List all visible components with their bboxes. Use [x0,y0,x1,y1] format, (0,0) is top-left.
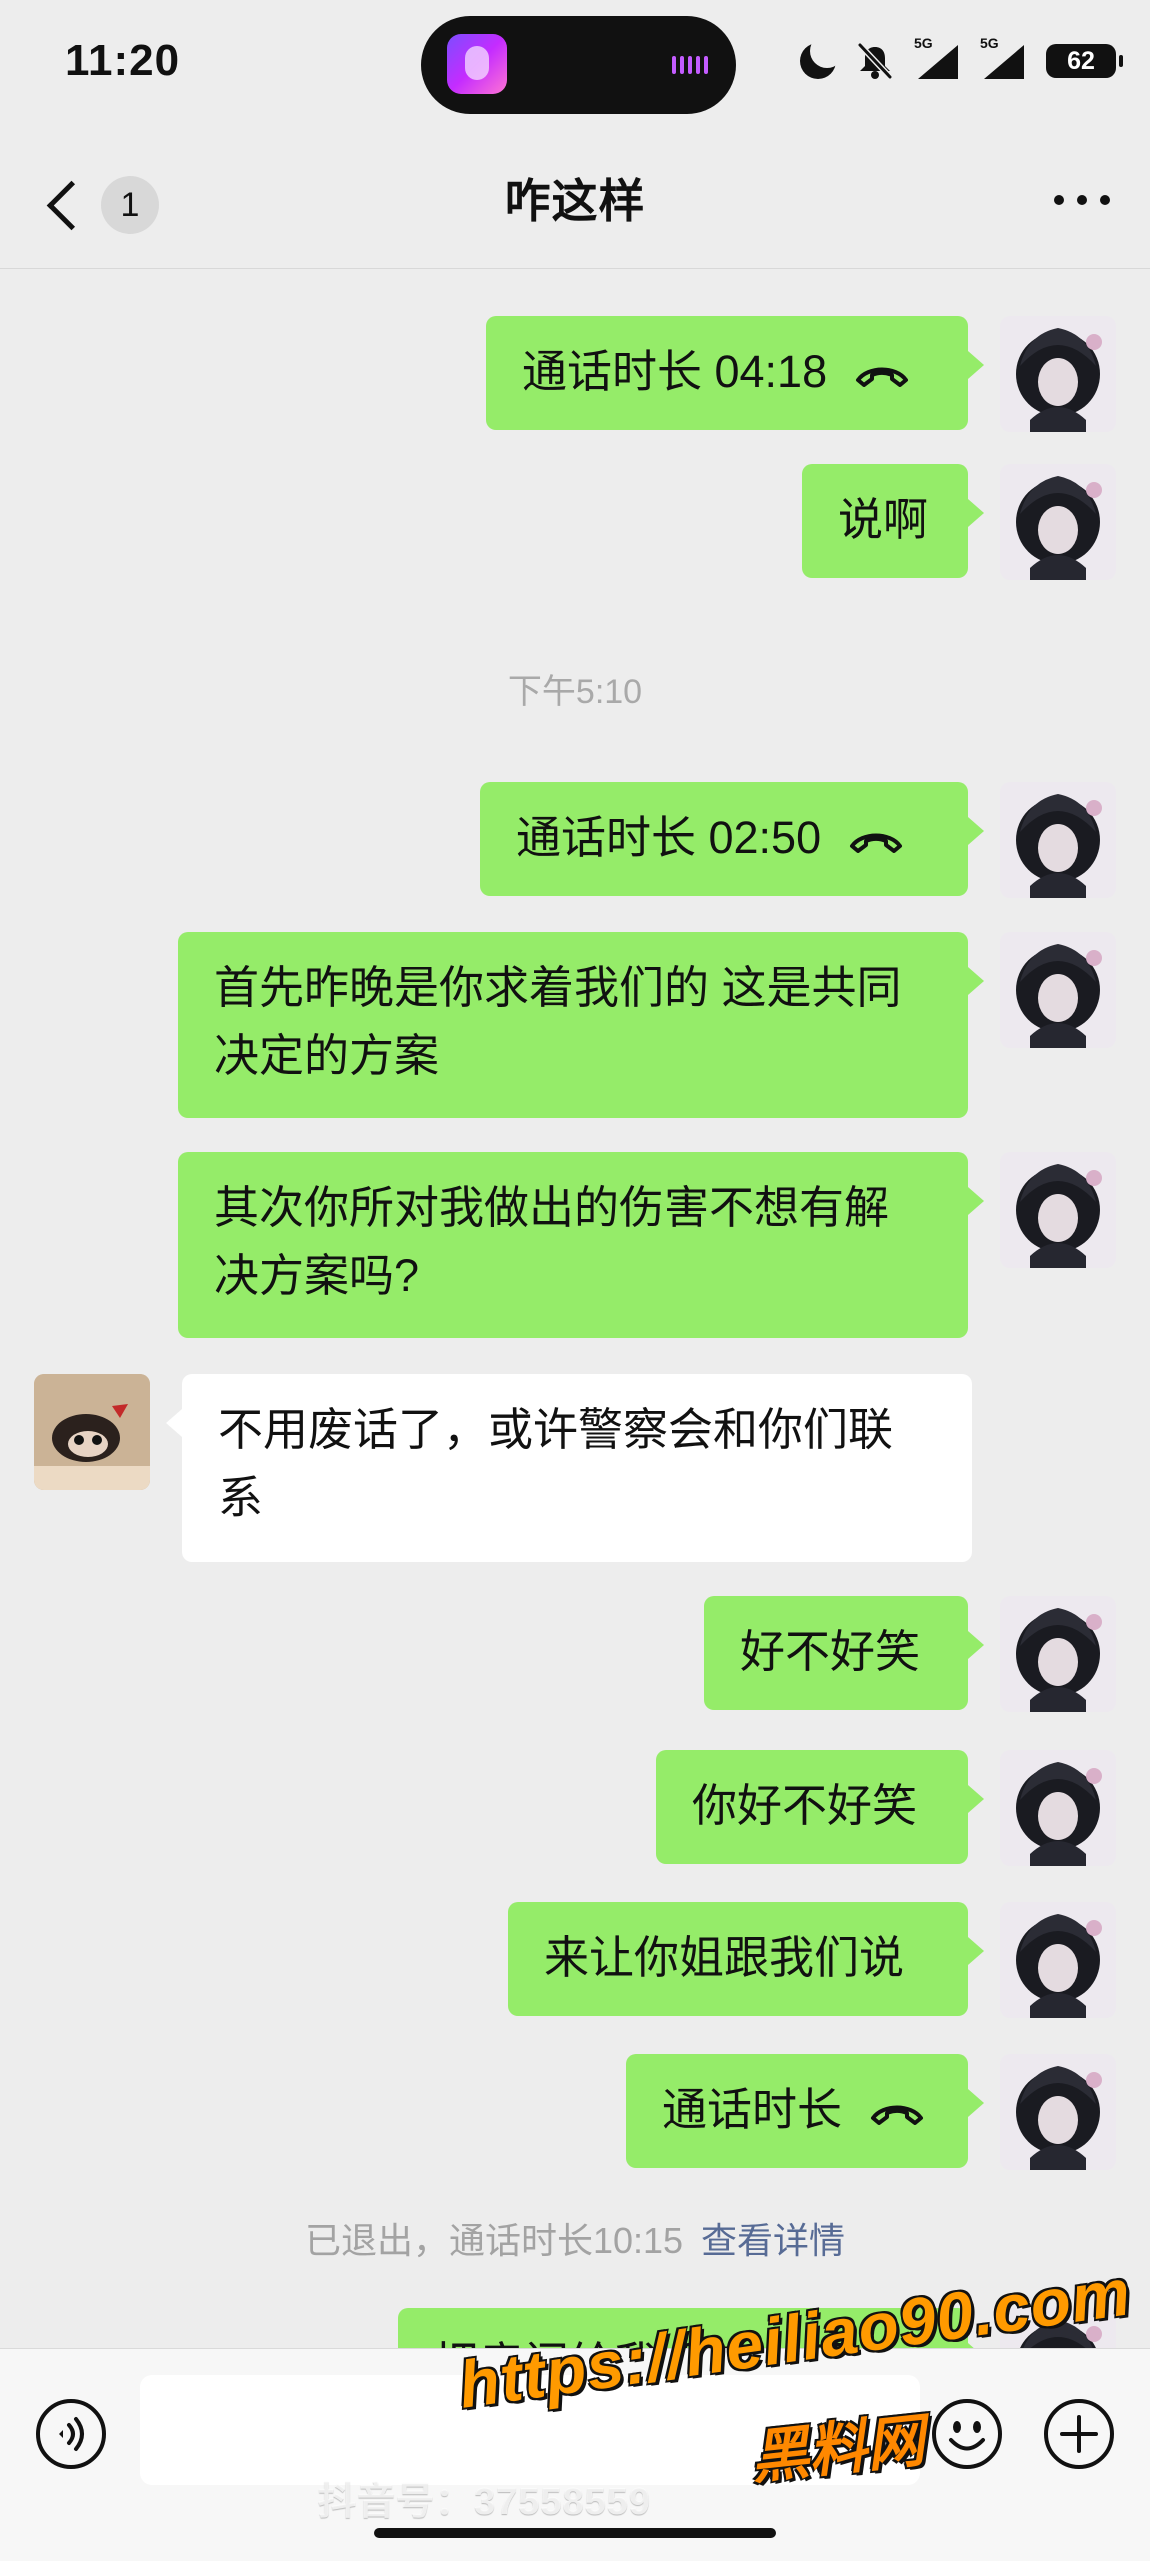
message-bubble[interactable]: 说啊 [802,464,984,578]
message-list[interactable]: 通话时长 04:18 说啊 下午5:10 通话时长 02:50 首先昨晚是你求着… [0,268,1150,2348]
more-dot-icon [1100,195,1110,205]
phone-hangup-icon [855,367,908,387]
network-label: 5G [914,35,933,51]
my-avatar[interactable] [1000,2054,1116,2170]
message-row: 来让你姐跟我们说 [0,1902,1150,2020]
network-label: 5G [980,35,999,51]
signal-icon: 5G [914,35,962,83]
view-details-link[interactable]: 查看详情 [701,2220,845,2261]
my-avatar[interactable] [1000,1152,1116,1268]
system-notice-text: 已退出，通话时长10:15 [304,2220,684,2261]
message-bubble[interactable]: 首先昨晚是你求着我们的 这是共同决定的方案 [178,932,984,1118]
system-status-icons: 5G 5G 62 [800,34,1123,88]
chat-header: 1 咋这样 [0,130,1150,269]
message-row: 通话时长 04:18 [0,316,1150,434]
call-message-bubble[interactable]: 通话时长 [626,2054,984,2168]
voice-icon [36,2399,106,2469]
timestamp: 下午5:10 [507,673,643,711]
my-avatar[interactable] [1000,932,1116,1048]
signal-icon: 5G [980,35,1028,83]
douyin-watermark: 抖音号：37558559 [318,2481,652,2523]
home-indicator[interactable] [374,2528,776,2538]
message-text: 通话时长 [662,2084,843,2135]
more-dot-icon [1054,195,1064,205]
message-text: 首先昨晚是你求着我们的 这是共同决定的方案 [214,962,902,1081]
message-text: 来让你姐跟我们说 [544,1932,905,1983]
more-button[interactable] [1054,192,1110,208]
call-message-bubble[interactable]: 通话时长 02:50 [480,782,984,896]
more-dot-icon [1077,195,1087,205]
audio-wave-icon [672,56,708,74]
my-avatar[interactable] [1000,1750,1116,1866]
my-avatar[interactable] [1000,316,1116,432]
call-ended-notice: 已退出，通话时长10:15 查看详情 [0,2212,1150,2264]
add-attachment-button[interactable] [1042,2397,1116,2471]
emoji-button[interactable] [930,2397,1004,2471]
phone-hangup-icon [870,2105,923,2125]
my-avatar[interactable] [1000,1596,1116,1712]
mute-icon [854,40,896,82]
call-message-bubble[interactable]: 通话时长 04:18 [486,316,984,430]
message-text: 其次你所对我做出的伤害不想有解决方案吗? [214,1182,890,1301]
message-row: 好不好笑 [0,1596,1150,1714]
message-bubble[interactable]: 不用废话了，或许警察会和你们联系 [166,1374,972,1562]
status-time: 11:20 [65,36,181,85]
message-text: 通话时长 02:50 [516,812,822,863]
message-row: 通话时长 [0,2054,1150,2172]
status-bar: 11:20 5G 5G 62 [0,0,1150,130]
dynamic-island [421,16,736,114]
phone-hangup-icon [849,833,902,853]
message-bubble[interactable]: 好不好笑 [704,1596,984,1710]
contact-avatar[interactable] [34,1374,150,1490]
message-row: 其次你所对我做出的伤害不想有解决方案吗? [0,1152,1150,1342]
emoji-icon [932,2399,1002,2469]
message-text: 说啊 [838,494,929,545]
voice-input-button[interactable] [34,2397,108,2471]
message-text: 你好不好笑 [692,1780,918,1831]
message-bubble[interactable]: 来让你姐跟我们说 [508,1902,984,2016]
my-avatar[interactable] [1000,1902,1116,2018]
add-icon [1044,2399,1114,2469]
message-text: 通话时长 04:18 [522,346,828,397]
message-bubble[interactable]: 其次你所对我做出的伤害不想有解决方案吗? [178,1152,984,1338]
message-row: 说啊 [0,464,1150,582]
chat-title: 咋这样 [504,175,646,227]
message-row: 不用废话了，或许警察会和你们联系 [0,1374,1150,1564]
battery-icon: 62 [1046,44,1123,78]
message-row: 通话时长 02:50 [0,782,1150,900]
my-avatar[interactable] [1000,782,1116,898]
moon-icon [800,34,844,79]
app-icon [447,34,507,94]
my-avatar[interactable] [1000,464,1116,580]
message-row: 首先昨晚是你求着我们的 这是共同决定的方案 [0,932,1150,1122]
message-text: 好不好笑 [740,1626,921,1677]
message-text: 不用废话了，或许警察会和你们联系 [218,1404,894,1523]
message-bubble[interactable]: 你好不好笑 [656,1750,984,1864]
message-row: 你好不好笑 [0,1750,1150,1868]
